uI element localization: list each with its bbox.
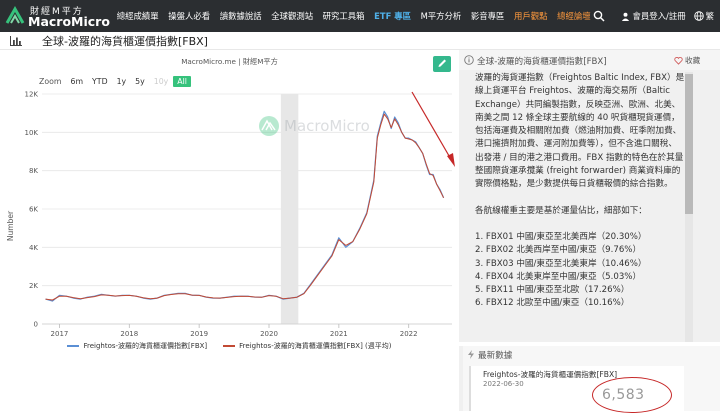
page-title: 全球-波羅的海貨櫃運價指數[FBX]	[42, 35, 208, 48]
page-title-bar: 全球-波羅的海貨櫃運價指數[FBX]	[0, 32, 720, 50]
nav-item-data-talk[interactable]: 讀數據說話	[215, 10, 266, 22]
chart-panel: MacroMicro 0 2K 4K 6K 8K 10K 12K 2017 2018 2019 20…	[0, 50, 459, 411]
description-body: 波羅的海貨運指數（Freightos Baltic Index, FBX）是線上…	[475, 72, 685, 342]
search-icon[interactable]	[593, 10, 605, 22]
chart-legend: Freightos-波羅的海貨櫃運價指數[FBX] Freightos-波羅的海…	[0, 341, 459, 351]
weights-list-item: 1. FBX01 中國/東亞至北美西岸（20.30%）	[475, 231, 647, 242]
nav-item-etf[interactable]: ETF 專區	[369, 10, 415, 22]
nav-item-global[interactable]: 全球觀測站	[266, 10, 317, 22]
weights-list-item: 2. FBX02 北美西岸至中國/東亞（9.76%）	[475, 245, 642, 256]
y-tick-label: 8K	[29, 167, 38, 175]
legend-swatch-red	[223, 345, 236, 347]
nav-item-traders[interactable]: 操盤人必看	[163, 10, 214, 22]
watermark: MacroMicro	[259, 116, 370, 136]
bar-chart-icon	[10, 36, 22, 46]
pencil-icon	[438, 59, 446, 67]
zoom-controls: Zoom 6m YTD 1y 5y 10y All	[39, 76, 192, 87]
lightning-icon	[468, 350, 474, 359]
logo[interactable]: 財經M平方 MacroMicro	[5, 3, 117, 29]
weights-list-item: 4. FBX04 北美東岸至中國/東亞（5.03%）	[475, 271, 642, 282]
description-title: 全球-波羅的海貨櫃運價指數[FBX]	[477, 57, 607, 67]
favorite-button[interactable]: 收藏	[674, 55, 700, 66]
nav-item-analysis[interactable]: M平方分析	[416, 10, 466, 22]
legend-swatch-blue	[67, 345, 80, 347]
nav-item-forum[interactable]: 總經論壇	[552, 10, 595, 22]
x-tick-label: 2019	[190, 330, 208, 338]
red-circle-annotation	[592, 377, 672, 413]
red-arrow-annotation	[411, 91, 455, 167]
y-tick-label: 6K	[29, 206, 38, 214]
zoom-5y-button[interactable]: 5y	[131, 76, 149, 87]
weights-intro: 各航線權重主要是基於運量佔比，細部如下：	[475, 205, 647, 216]
zoom-ytd-button[interactable]: YTD	[88, 76, 112, 87]
x-tick-label: 2022	[400, 330, 418, 338]
watermark-text: MacroMicro	[284, 117, 370, 135]
y-axis-label: Number	[6, 210, 15, 241]
nav-menu: 總經成績單 操盤人必看 讀數據說話 全球觀測站 研究工具箱 ETF 專區 M平方…	[112, 0, 595, 32]
zoom-1y-button[interactable]: 1y	[113, 76, 131, 87]
series-line-weekly[interactable]	[45, 113, 445, 301]
description-text: 波羅的海貨運指數（Freightos Baltic Index, FBX）是線上…	[475, 73, 685, 190]
login-label: 會員登入/註冊	[632, 11, 686, 21]
top-nav: 財經M平方 MacroMicro 總經成績單 操盤人必看 讀數據說話 全球觀測站…	[0, 0, 720, 32]
legend-label-daily: Freightos-波羅的海貨櫃運價指數[FBX]	[83, 342, 208, 350]
weights-list-item: 3. FBX03 中國/東亞至北美東岸（10.46%）	[475, 258, 647, 269]
latest-data-card[interactable]: Freightos-波羅的海貨櫃運價指數[FBX] 2022-06-30 6,5…	[469, 366, 684, 413]
nav-item-scorecard[interactable]: 總經成績單	[112, 10, 163, 22]
zoom-all-button[interactable]: All	[173, 76, 191, 87]
favorite-label: 收藏	[685, 56, 701, 65]
info-icon	[464, 55, 474, 65]
x-tick-label: 2020	[260, 330, 278, 338]
language-switch[interactable]: 繁	[693, 10, 714, 22]
latest-data-name: Freightos-波羅的海貨櫃運價指數[FBX]	[483, 370, 618, 379]
y-tick-label: 2K	[29, 282, 38, 290]
weights-list-item: 6. FBX12 北歐至中國/東亞（10.16%）	[475, 298, 630, 309]
description-scrollbar[interactable]	[685, 72, 693, 342]
y-tick-label: 10K	[25, 129, 39, 137]
description-header: 全球-波羅的海貨櫃運價指數[FBX] 收藏	[459, 50, 720, 70]
nav-right: 會員登入/註冊 繁	[593, 0, 720, 32]
latest-data-title: 最新數據	[478, 351, 513, 361]
login-link[interactable]: 會員登入/註冊	[621, 10, 686, 22]
zoom-label: Zoom	[39, 77, 62, 86]
logo-mark-icon	[5, 6, 25, 24]
nav-item-video[interactable]: 影音專區	[466, 10, 509, 22]
fbx-line-chart[interactable]: MacroMicro 0 2K 4K 6K 8K 10K 12K 2017 2018 2019 20…	[0, 50, 459, 411]
scrollbar-thumb[interactable]	[685, 74, 693, 214]
description-panel: 全球-波羅的海貨櫃運價指數[FBX] 收藏 波羅的海貨運指數（Freightos…	[459, 50, 720, 413]
x-tick-label: 2021	[330, 330, 348, 338]
legend-item-daily[interactable]: Freightos-波羅的海貨櫃運價指數[FBX]	[67, 341, 207, 351]
nav-item-user-views[interactable]: 用戶觀點	[509, 10, 552, 22]
nav-item-tools[interactable]: 研究工具箱	[318, 10, 369, 22]
x-tick-label: 2017	[51, 330, 69, 338]
legend-label-weekly: Freightos-波羅的海貨櫃運價指數[FBX] (週平均)	[239, 342, 392, 350]
weights-list-item: 5. FBX11 中國/東亞至北歐（17.26%）	[475, 285, 630, 296]
user-icon	[621, 12, 629, 21]
latest-data-date: 2022-06-30	[483, 380, 524, 388]
y-tick-label: 4K	[29, 244, 38, 252]
series-line-daily[interactable]	[45, 110, 445, 302]
zoom-6m-button[interactable]: 6m	[66, 76, 87, 87]
y-tick-label: 0	[34, 321, 38, 329]
globe-icon	[693, 11, 704, 21]
heart-icon	[674, 56, 683, 65]
legend-item-weekly[interactable]: Freightos-波羅的海貨櫃運價指數[FBX] (週平均)	[223, 341, 392, 351]
chart-source: MacroMicro.me | 財經M平方	[181, 57, 278, 66]
logo-en-text: MacroMicro	[28, 14, 110, 29]
weights-list: 1. FBX01 中國/東亞至北美西岸（20.30%） 2. FBX02 北美西…	[475, 231, 685, 311]
language-label: 繁	[705, 11, 714, 21]
zoom-10y-button: 10y	[153, 77, 169, 86]
edit-button[interactable]	[433, 56, 451, 72]
x-tick-label: 2018	[120, 330, 138, 338]
y-tick-label: 12K	[25, 91, 39, 99]
latest-data-section: 最新數據 Freightos-波羅的海貨櫃運價指數[FBX] 2022-06-3…	[463, 346, 720, 413]
